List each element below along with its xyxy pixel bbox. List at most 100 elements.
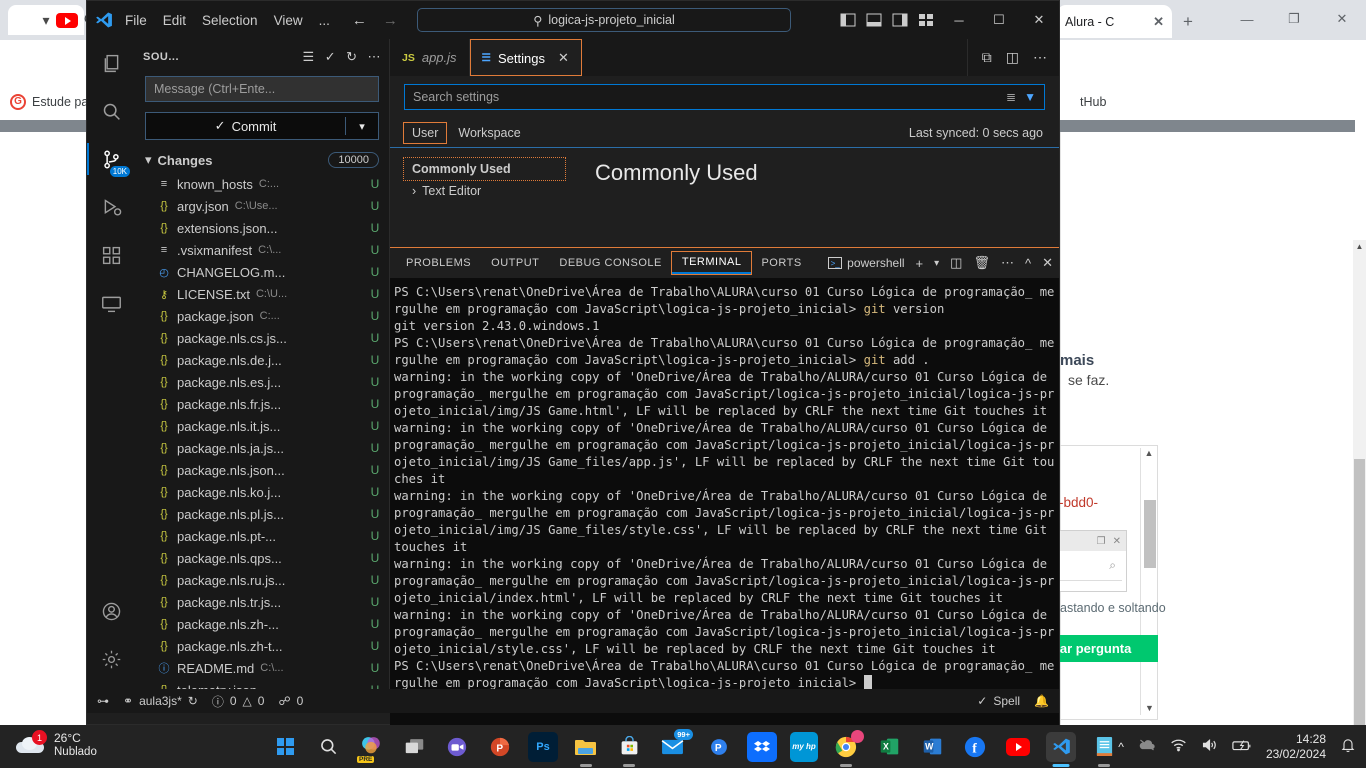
bookmark-item[interactable]: G Estude pa [10,94,88,110]
scroll-thumb[interactable] [1354,459,1365,768]
more-icon[interactable]: ⋯ [1001,255,1014,271]
activity-source-control[interactable]: 10K [87,135,135,183]
file-row[interactable]: {} package.nls.fr.js... U [135,393,389,415]
ports-indicator[interactable]: ☍ 0 [278,694,303,708]
tab-settings[interactable]: ☰ Settings ✕ [469,39,582,76]
command-center-search[interactable]: ⚲ logica-js-projeto_inicial [417,8,791,32]
file-row[interactable]: {} package.nls.json... U [135,459,389,481]
powerpoint-button[interactable]: P [485,732,515,762]
task-view-button[interactable] [399,732,429,762]
terminal-output[interactable]: PS C:\Users\renat\OneDrive\Área de Traba… [390,278,1059,728]
new-tab-button[interactable]: + [1183,12,1193,32]
changes-group-header[interactable]: ▾ Changes 10000 [135,149,389,171]
notepad-button[interactable] [1089,732,1119,762]
paint-button[interactable]: P [704,732,734,762]
new-terminal-icon[interactable]: + [916,256,924,271]
my-hp-button[interactable]: my hp [790,731,818,762]
activity-settings[interactable] [87,635,135,683]
file-row[interactable]: {} package.nls.pl.js... U [135,503,389,525]
file-row[interactable]: {} package.nls.de.j... U [135,349,389,371]
commit-message-input[interactable]: Message (Ctrl+Ente... [145,76,379,102]
file-row[interactable]: ≡ .vsixmanifest C:\... U [135,239,389,261]
toggle-panel-icon[interactable] [861,1,887,39]
problems-indicator[interactable]: ⓘ 0 △ 0 [212,693,265,710]
file-explorer-button[interactable] [571,732,601,762]
more-actions-icon[interactable]: ⋯ [1033,49,1047,66]
menu-view[interactable]: View [274,13,303,28]
chrome-button[interactable] [831,729,864,762]
page-scrollbar[interactable]: ▲ ▼ [1353,240,1366,768]
settings-search-input[interactable]: Search settings ≣ ▼ [404,84,1045,110]
bell-icon[interactable]: 🔔 [1034,694,1049,708]
spell-checker-indicator[interactable]: ✓ Spell [977,694,1020,708]
browser-restore-button[interactable]: ❐ [1272,4,1316,34]
show-hidden-icons-icon[interactable]: ^ [1118,740,1124,754]
commit-button[interactable]: ✓ Commit ▾ [145,112,379,140]
menu-edit[interactable]: Edit [163,13,186,28]
notifications-bell-icon[interactable] [1340,737,1356,756]
browser-minimize-button[interactable]: — [1225,4,1269,34]
navigate-back-icon[interactable]: ← [352,12,367,29]
file-row[interactable]: {} package.nls.qps... U [135,547,389,569]
activity-extensions[interactable] [87,231,135,279]
panel-tab-terminal[interactable]: TERMINAL [670,251,753,275]
file-row[interactable]: {} package.json C:... U [135,305,389,327]
tab-app-js[interactable]: JS app.js [390,39,470,76]
file-row[interactable]: ≡ known_hosts C:... U [135,173,389,195]
panel-tab-debug-console[interactable]: DEBUG CONSOLE [549,253,671,273]
mini-dialog-search[interactable] [1060,558,1122,581]
terminal-shell-selector[interactable]: >_ powershell [828,256,905,270]
toggle-primary-sidebar-icon[interactable] [835,1,861,39]
browser-close-button[interactable]: ✕ [1320,4,1364,34]
send-question-button[interactable]: viar pergunta [1045,635,1158,662]
vscode-maximize-button[interactable]: ☐ [979,1,1019,39]
menu-more[interactable]: ... [319,13,330,28]
clock[interactable]: 14:28 23/02/2024 [1266,732,1326,762]
activity-remote-explorer[interactable] [87,279,135,327]
panel-tab-ports[interactable]: PORTS [751,253,811,273]
copilot-button[interactable]: PRE [356,732,386,763]
file-row[interactable]: {} package.nls.ko.j... U [135,481,389,503]
browser-tab-active[interactable]: Alura - C ✕ [1057,5,1172,38]
split-editor-icon[interactable]: ◫ [1006,49,1019,66]
activity-accounts[interactable] [87,587,135,635]
mail-button[interactable]: 99+ [657,728,693,762]
tab-user[interactable]: User [402,121,448,144]
toggle-secondary-sidebar-icon[interactable] [887,1,913,39]
navigate-forward-icon[interactable]: → [383,12,398,29]
bookmark-item-github[interactable]: tHub [1080,95,1106,109]
file-row[interactable]: {} package.nls.it.js... U [135,415,389,437]
excel-button[interactable]: X [874,732,904,762]
remote-window-icon[interactable]: ⊶ [97,694,109,708]
scroll-down-icon[interactable]: ▼ [1141,703,1158,713]
activity-search[interactable] [87,87,135,135]
open-changes-icon[interactable]: ⧉ [982,49,992,66]
file-row[interactable]: {} package.nls.tr.js... U [135,591,389,613]
menu-file[interactable]: File [125,13,147,28]
scroll-thumb[interactable] [1144,500,1156,568]
scroll-up-icon[interactable]: ▲ [1353,242,1366,251]
microsoft-store-button[interactable] [614,732,644,762]
file-row[interactable]: {} package.nls.ja.js... U [135,437,389,459]
more-actions-icon[interactable]: ⋯ [368,49,382,65]
vscode-minimize-button[interactable]: ─ [939,1,979,39]
vscode-taskbar-button[interactable] [1046,731,1076,762]
close-icon[interactable]: ✕ [558,50,569,66]
photoshop-button[interactable]: Ps [528,731,558,762]
activity-explorer[interactable] [87,39,135,87]
view-as-list-icon[interactable]: ☰ [303,49,315,65]
chevron-up-icon[interactable]: ^ [1025,256,1031,271]
file-row[interactable]: {} package.nls.zh-t... U [135,635,389,657]
facebook-button[interactable]: f [960,732,990,762]
panel-tab-problems[interactable]: PROBLEMS [396,253,481,273]
file-row[interactable]: {} package.nls.zh-... U [135,613,389,635]
youtube-button[interactable] [1003,732,1033,762]
commit-check-icon[interactable]: ✓ [325,49,336,65]
panel-tab-output[interactable]: OUTPUT [481,253,549,273]
volume-icon[interactable] [1201,738,1218,755]
dropbox-button[interactable] [747,731,777,762]
start-button[interactable] [270,732,300,762]
scroll-up-icon[interactable]: ▲ [1141,448,1157,458]
teams-button[interactable] [442,732,472,762]
close-icon[interactable]: ✕ [1149,14,1164,30]
